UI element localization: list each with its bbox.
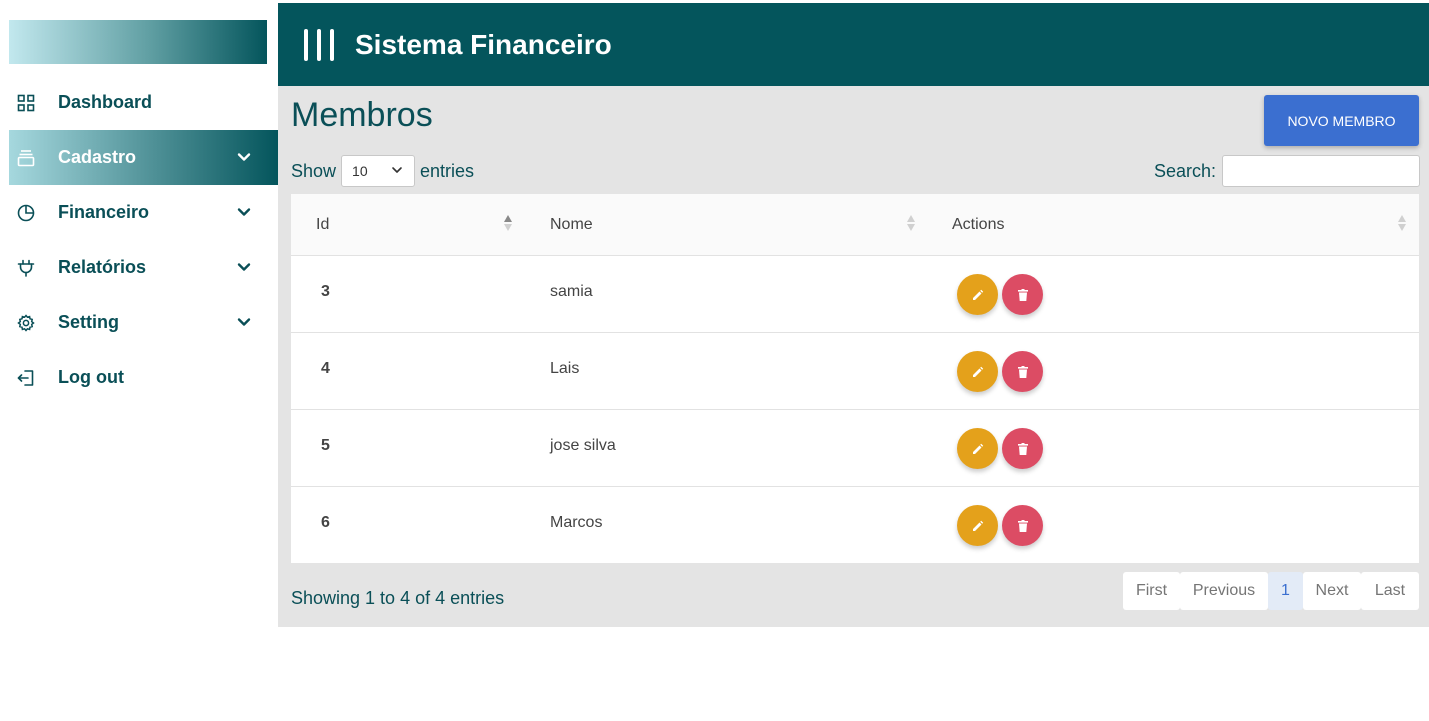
pagination: First Previous 1 Next Last	[1123, 572, 1419, 610]
row-name: Lais	[550, 360, 580, 377]
chevron-down-icon	[390, 163, 404, 180]
pencil-icon	[972, 443, 983, 454]
sidebar-item-relatorios[interactable]: Relatórios	[9, 240, 278, 295]
row-id: 5	[321, 437, 330, 454]
grid-icon	[17, 94, 35, 112]
pencil-icon	[972, 520, 983, 531]
pagination-previous[interactable]: Previous	[1180, 572, 1268, 610]
row-name: samia	[550, 283, 593, 300]
show-label: Show	[291, 160, 337, 181]
page-length-value: 10	[352, 163, 368, 179]
new-member-button[interactable]: NOVO MEMBRO	[1264, 95, 1419, 146]
delete-button[interactable]	[1002, 274, 1043, 315]
pagination-last[interactable]: Last	[1361, 572, 1419, 610]
delete-button[interactable]	[1002, 428, 1043, 469]
table-row: 3 samia	[291, 255, 1419, 332]
sidebar-item-financeiro[interactable]: Financeiro	[9, 185, 278, 240]
page-length-select[interactable]: 10	[341, 155, 416, 187]
sidebar-item-label: Cadastro	[58, 147, 137, 167]
sidebar-item-cadastro[interactable]: Cadastro	[9, 130, 278, 185]
edit-button[interactable]	[957, 351, 998, 392]
pagination-page-current[interactable]: 1	[1268, 572, 1303, 610]
row-id: 3	[321, 283, 330, 300]
column-header-nome[interactable]: Nome	[550, 194, 593, 255]
table-header: Id Nome Actions	[291, 194, 1419, 255]
logo-banner	[9, 20, 267, 64]
main-content: Membros NOVO MEMBRO Show 10 entries Sear…	[278, 86, 1429, 627]
sidebar-item-label: Setting	[58, 312, 119, 332]
entries-label: entries	[420, 160, 475, 181]
trash-icon	[1017, 442, 1028, 455]
pencil-icon	[972, 289, 983, 300]
sidebar-item-setting[interactable]: Setting	[9, 295, 278, 350]
edit-button[interactable]	[957, 505, 998, 546]
edit-button[interactable]	[957, 274, 998, 315]
trash-icon	[1017, 365, 1028, 378]
members-table: Id Nome Actions 3 samia 4 Lais 5 jose si…	[291, 194, 1419, 563]
delete-button[interactable]	[1002, 351, 1043, 392]
row-id: 6	[321, 514, 330, 531]
top-header: Sistema Financeiro	[278, 3, 1429, 86]
plug-icon	[17, 259, 35, 277]
sidebar-item-label: Relatórios	[58, 257, 147, 277]
sidebar-item-label: Log out	[58, 367, 124, 387]
chevron-down-icon[interactable]	[235, 258, 253, 276]
search-label: Search:	[1154, 160, 1217, 181]
sort-icon[interactable]	[906, 214, 916, 232]
page-title: Membros	[291, 96, 433, 134]
row-name: jose silva	[550, 437, 616, 454]
chevron-down-icon[interactable]	[235, 203, 253, 221]
row-id: 4	[321, 360, 330, 377]
logout-icon	[17, 369, 35, 387]
sidebar: Dashboard Cadastro Financeiro Relatórios…	[0, 0, 278, 721]
sort-icon[interactable]	[1397, 214, 1407, 232]
search-control: Search:	[1154, 155, 1421, 187]
column-header-id[interactable]: Id	[316, 194, 329, 255]
sidebar-item-logout[interactable]: Log out	[9, 350, 278, 405]
table-info: Showing 1 to 4 of 4 entries	[291, 588, 505, 608]
sort-icon[interactable]	[503, 214, 513, 232]
pencil-icon	[972, 366, 983, 377]
archive-icon	[17, 149, 35, 167]
sidebar-item-label: Financeiro	[58, 202, 150, 222]
pagination-next[interactable]: Next	[1303, 572, 1361, 610]
table-row: 4 Lais	[291, 332, 1419, 409]
search-input[interactable]	[1222, 155, 1421, 187]
trash-icon	[1017, 519, 1028, 532]
table-row: 6 Marcos	[291, 486, 1419, 563]
trash-icon	[1017, 288, 1028, 301]
chevron-down-icon[interactable]	[235, 148, 253, 166]
sidebar-item-label: Dashboard	[58, 92, 153, 112]
menu-toggle-icon[interactable]	[304, 28, 334, 61]
delete-button[interactable]	[1002, 505, 1043, 546]
page-length-control: Show 10 entries	[291, 155, 474, 187]
edit-button[interactable]	[957, 428, 998, 469]
app-title: Sistema Financeiro	[355, 28, 612, 60]
row-name: Marcos	[550, 514, 603, 531]
sidebar-item-dashboard[interactable]: Dashboard	[9, 75, 278, 130]
sidebar-nav: Dashboard Cadastro Financeiro Relatórios…	[9, 75, 278, 405]
pie-chart-icon	[17, 204, 35, 222]
gear-icon	[17, 313, 35, 332]
column-header-actions[interactable]: Actions	[952, 194, 1004, 255]
chevron-down-icon[interactable]	[235, 313, 253, 331]
table-row: 5 jose silva	[291, 409, 1419, 486]
pagination-first[interactable]: First	[1123, 572, 1180, 610]
